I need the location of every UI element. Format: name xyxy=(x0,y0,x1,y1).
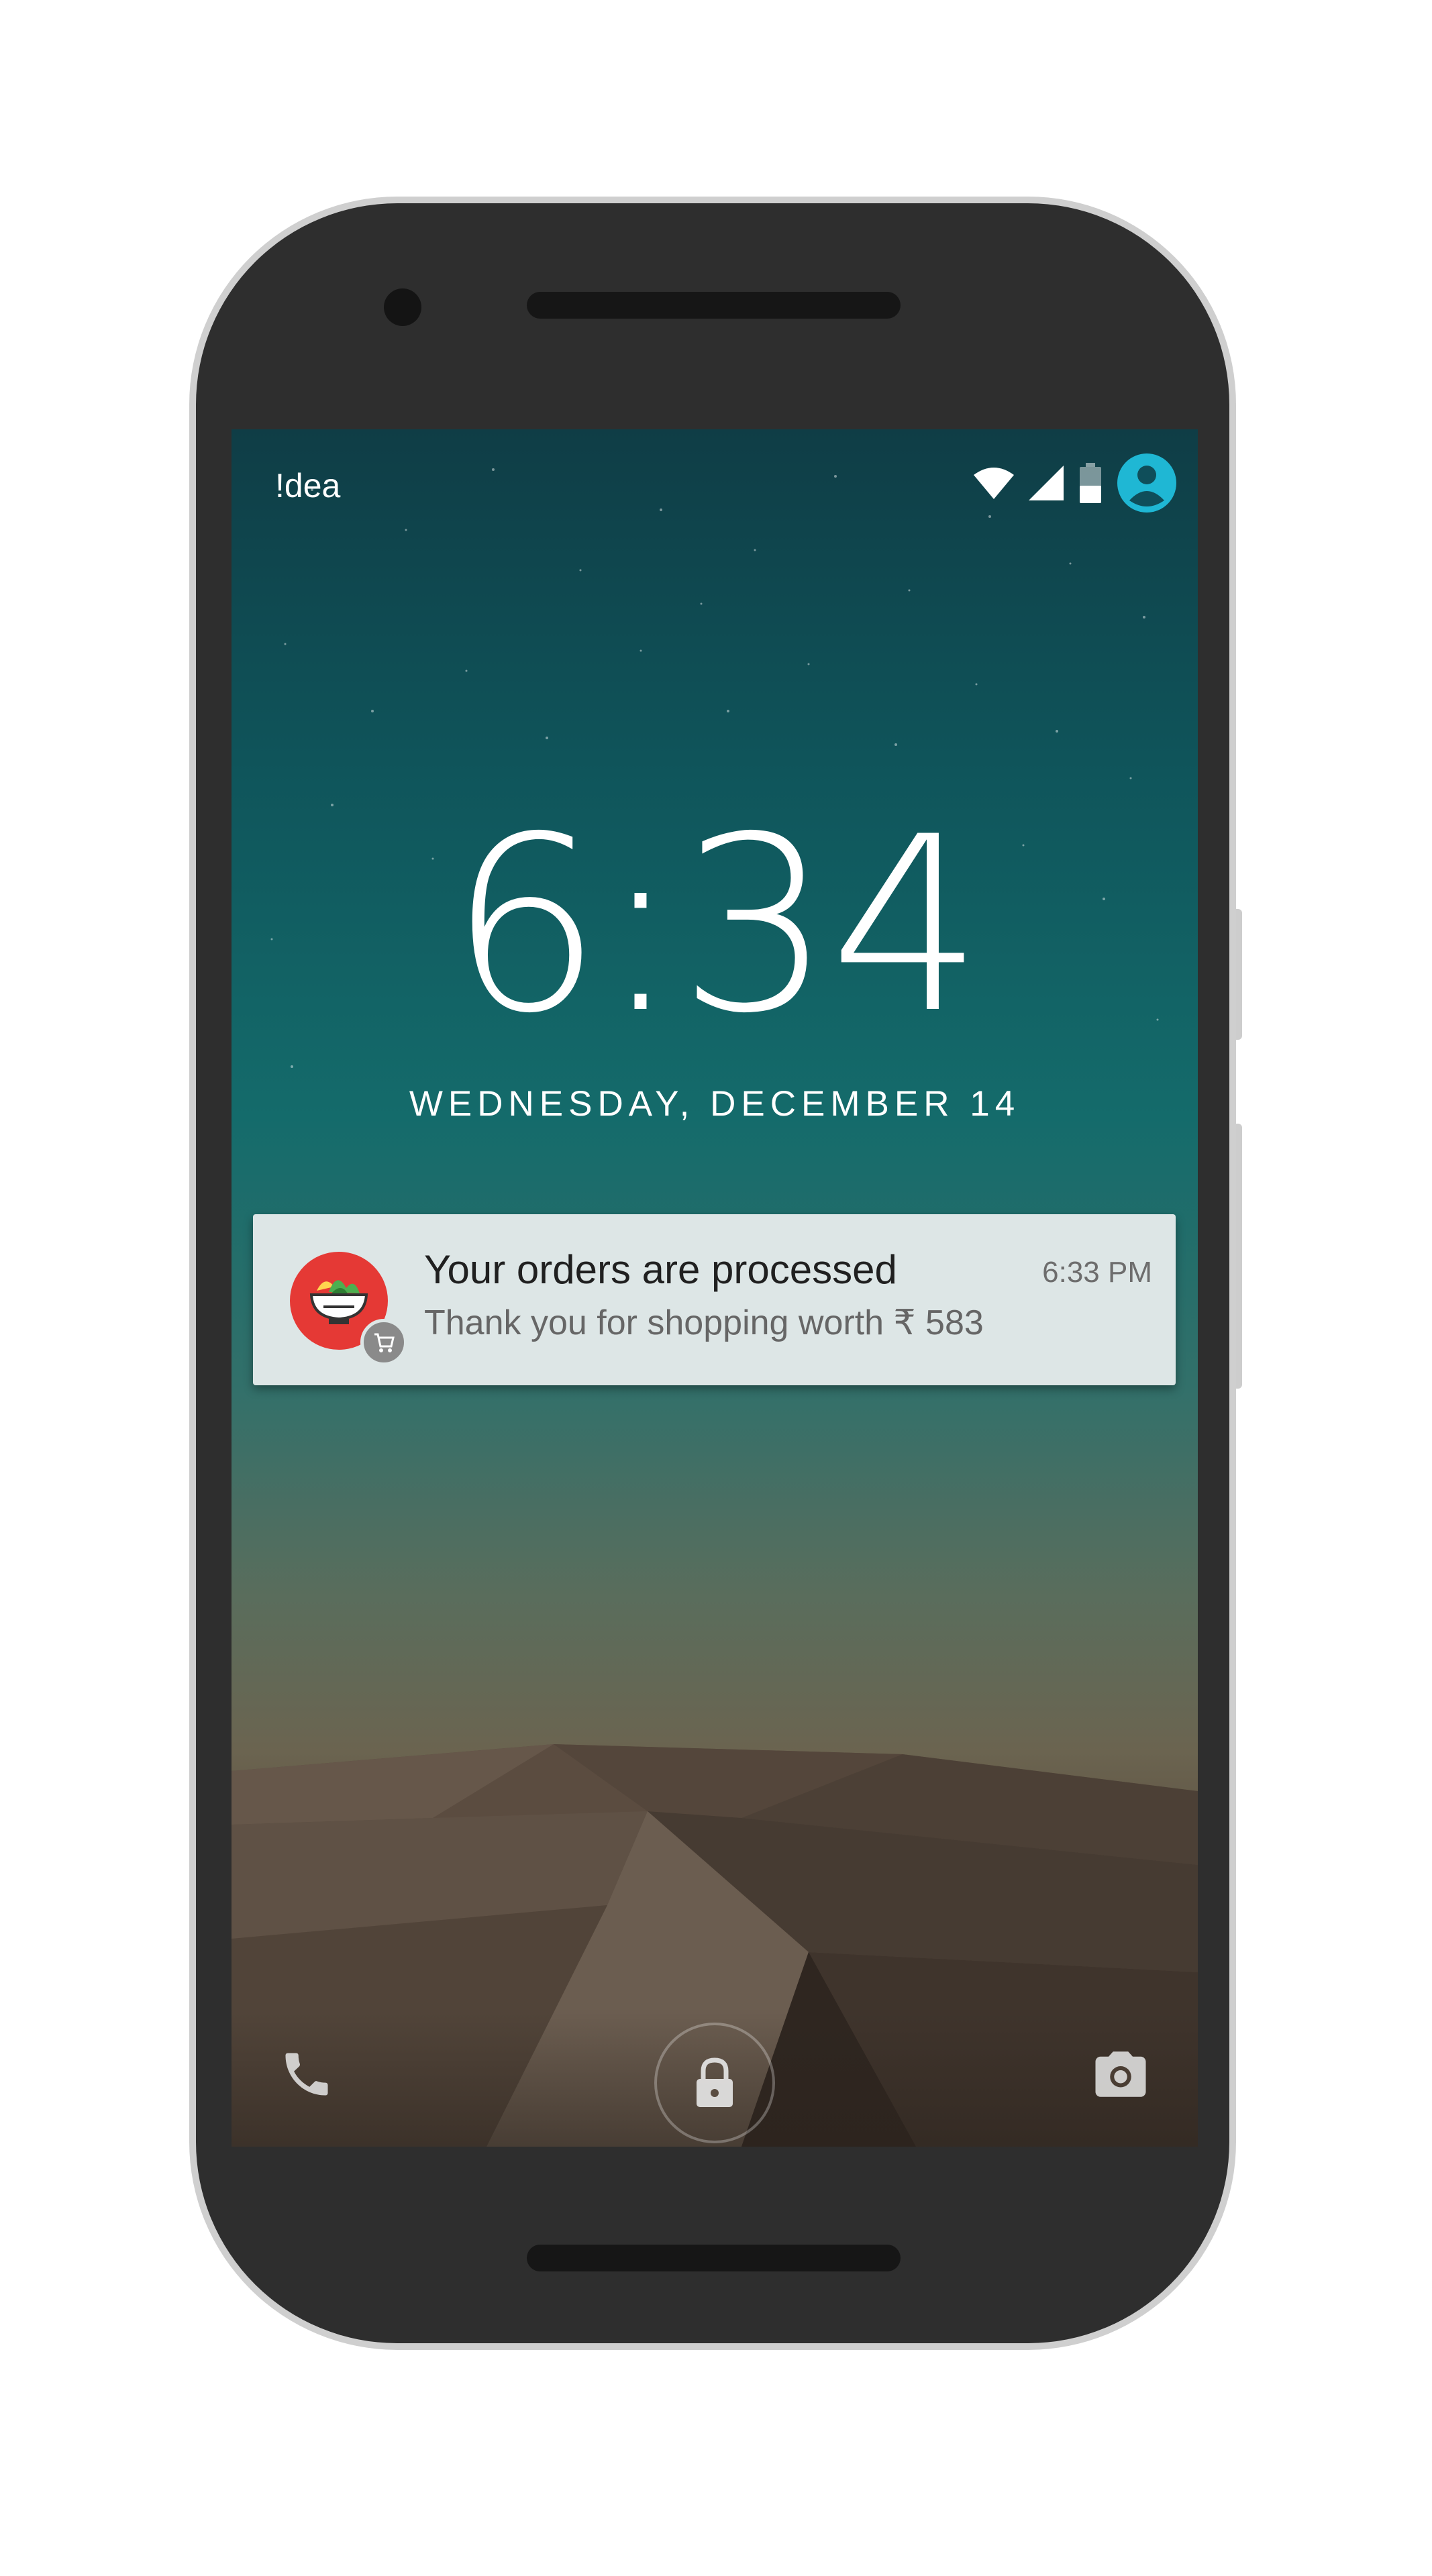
shopping-cart-icon xyxy=(360,1319,407,1366)
unlock-button[interactable] xyxy=(654,2023,775,2143)
status-icons xyxy=(972,453,1178,513)
carrier-label: !dea xyxy=(275,467,341,504)
camera-icon[interactable] xyxy=(1090,2046,1151,2102)
cellular-signal-icon xyxy=(1029,466,1064,500)
volume-button[interactable] xyxy=(1233,909,1242,1040)
wifi-icon xyxy=(974,468,1014,499)
phone-icon[interactable] xyxy=(278,2046,335,2102)
user-avatar-icon[interactable] xyxy=(1116,452,1178,514)
bottom-speaker xyxy=(527,2245,901,2271)
lock-date: WEDNESDAY, DECEMBER 14 xyxy=(409,1084,1021,1124)
notification-body: Thank you for shopping worth ₹ 583 xyxy=(424,1303,984,1342)
power-button[interactable] xyxy=(1233,1124,1242,1389)
lock-clock: 6:34 xyxy=(448,785,983,1066)
earpiece-speaker xyxy=(527,292,901,319)
front-camera xyxy=(384,288,421,326)
notification-title: Your orders are processed xyxy=(424,1247,897,1292)
notification-time: 6:33 PM xyxy=(1042,1256,1152,1289)
lock-icon xyxy=(697,2057,733,2107)
battery-icon xyxy=(1080,463,1101,503)
lock-screen: !dea 6:34 WEDNESDAY, DECEMBER 14 Your or… xyxy=(232,429,1198,2147)
order-notification[interactable]: Your orders are processed 6:33 PM Thank … xyxy=(253,1214,1176,1385)
